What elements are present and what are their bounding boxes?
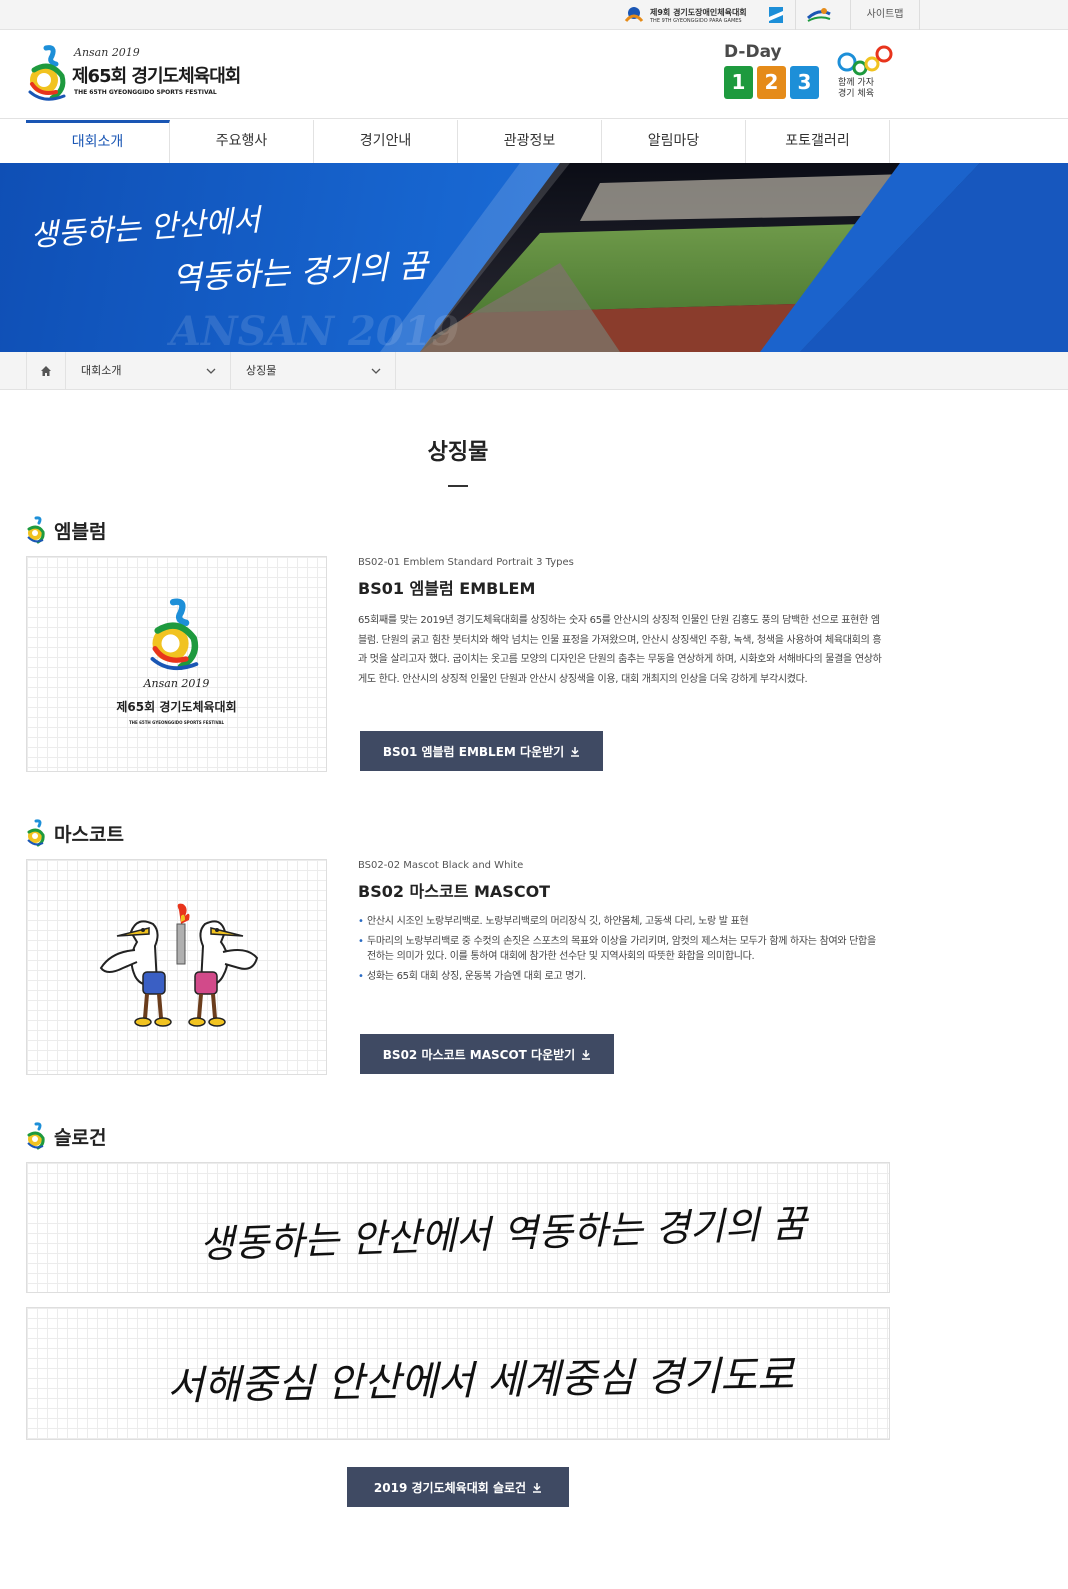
nav-item-notice[interactable]: 알림마당 [602, 120, 746, 163]
section-emblem-icon [27, 1122, 45, 1150]
logo-year: Ansan 2019 [74, 46, 140, 59]
ansan-logo-link[interactable] [796, 0, 842, 30]
title-divider [448, 485, 468, 487]
dday-digit-3: 3 [790, 66, 819, 99]
para-games-logo-icon [624, 7, 644, 22]
logo-subtitle: THE 65TH GYEONGGIDO SPORTS FESTIVAL [74, 89, 217, 96]
emblem-section-title: 엠블럼 [54, 520, 107, 543]
header: Ansan 2019 제65회 경기도체육대회 THE 65TH GYEONGG… [0, 30, 1068, 119]
mascot-section-heading: 마스코트 [26, 818, 124, 848]
slogan-section-title: 슬로건 [54, 1126, 107, 1149]
stadium-photo [380, 163, 1068, 352]
emblem-image-subtitle: THE 65TH GYEONGGIDO SPORTS FESTIVAL [128, 720, 225, 725]
emblem-description: 65회째를 맞는 2019년 경기도체육대회를 상징하는 숫자 65를 안산시의… [358, 615, 882, 685]
breadcrumb-home[interactable] [26, 352, 66, 390]
slogan-download-label: 2019 경기도체육대회 슬로건 [373, 1480, 527, 1495]
mascot-title: BS02 마스코트 MASCOT [358, 882, 551, 901]
main-navigation: 대회소개 주요행사 경기안내 관광정보 알림마당 포토갤러리 [26, 120, 890, 163]
download-icon [571, 746, 580, 757]
banner-watermark: ANSAN 2019 [170, 308, 460, 352]
emblem-mark-icon [150, 598, 199, 671]
mascot-bullet: 두마리의 노랑부리백로 중 수컷의 손짓은 스포츠의 목표와 이상을 가리키며,… [358, 934, 883, 964]
nav-item-gallery[interactable]: 포토갤러리 [746, 120, 890, 163]
go-together-text: 함께 가자 경기 체육 [838, 78, 874, 100]
emblem-image-year: Ansan 2019 [143, 677, 210, 690]
download-icon [582, 1049, 591, 1060]
mascot-section-title: 마스코트 [54, 823, 124, 846]
slogan-text-2: 서해중심 안산에서 세계중심 경기도로 [166, 1352, 795, 1410]
nav-item-events[interactable]: 주요행사 [170, 120, 314, 163]
utility-bar: 제9회 경기도장애인체육대회 THE 9TH GYEONGGIDO PARA G… [0, 0, 1068, 30]
breadcrumb-level2-select[interactable]: 상징물 [231, 352, 396, 390]
dday-label: D-Day [724, 42, 782, 62]
para-games-link[interactable]: 제9회 경기도장애인체육대회 THE 9TH GYEONGGIDO PARA G… [612, 0, 757, 30]
gyeonggi-province-logo-icon [768, 7, 783, 23]
hero-banner: 생동하는 안산에서 역동하는 경기의 꿈 ANSAN 2019 [0, 163, 1068, 352]
emblem-download-button[interactable]: BS01 엠블럼 EMBLEM 다운받기 [360, 731, 603, 771]
mascot-download-button[interactable]: BS02 마스코트 MASCOT 다운받기 [360, 1034, 614, 1074]
nav-item-games[interactable]: 경기안내 [314, 120, 458, 163]
nav-item-tourism[interactable]: 관광정보 [458, 120, 602, 163]
emblem-download-label: BS01 엠블럼 EMBLEM 다운받기 [382, 744, 565, 759]
gyeonggi-logo-link[interactable] [757, 0, 796, 30]
para-games-sub: THE 9TH GYEONGGIDO PARA GAMES [650, 17, 742, 24]
page-title: 상징물 [427, 440, 489, 465]
breadcrumb-level2-label: 상징물 [246, 364, 277, 377]
dday-digit-2: 2 [757, 66, 786, 99]
chevron-down-icon [206, 368, 216, 374]
go-text-line2: 경기 체육 [838, 89, 874, 99]
section-emblem-icon [27, 516, 45, 544]
site-logo[interactable]: Ansan 2019 제65회 경기도체육대회 THE 65TH GYEONGG… [26, 44, 276, 106]
slogan-section-heading: 슬로건 [26, 1121, 106, 1151]
slogan-download-button[interactable]: 2019 경기도체육대회 슬로건 [347, 1467, 569, 1507]
mascot-bullet: 안산시 시조인 노랑부리백로. 노랑부리백로의 머리장식 깃, 하얀몸체, 고동… [358, 914, 883, 929]
slogan-text-1: 생동하는 안산에서 역동하는 경기의 꿈 [198, 1201, 808, 1267]
breadcrumb: 대회소개 상징물 [0, 352, 1068, 390]
para-games-label: 제9회 경기도장애인체육대회 [650, 7, 747, 17]
breadcrumb-level1-label: 대회소개 [81, 364, 122, 377]
home-icon [41, 366, 51, 376]
emblem-image-title: 제65회 경기도체육대회 [116, 700, 237, 714]
section-emblem-icon [27, 819, 45, 847]
nav-item-about[interactable]: 대회소개 [26, 120, 170, 163]
breadcrumb-level1-select[interactable]: 대회소개 [66, 352, 231, 390]
mascot-image [26, 859, 327, 1075]
sitemap-link[interactable]: 사이트맵 [849, 0, 921, 30]
dday-digit-1: 1 [724, 66, 753, 99]
slogan-image-2: 서해중심 안산에서 세계중심 경기도로 [26, 1307, 890, 1440]
logo-title: 제65회 경기도체육대회 [72, 66, 241, 87]
ansan-city-logo-icon [806, 8, 831, 22]
mascot-download-label: BS02 마스코트 MASCOT 다운받기 [382, 1047, 576, 1062]
mascot-egret-illustration [99, 903, 259, 1027]
go-text-line1: 함께 가자 [838, 78, 874, 88]
mascot-code: BS02-02 Mascot Black and White [358, 860, 524, 871]
dday-counter: D-Day 1 2 3 [724, 42, 824, 99]
chevron-down-icon [371, 368, 381, 374]
download-icon [533, 1482, 542, 1493]
slogan-image-1: 생동하는 안산에서 역동하는 경기의 꿈 [26, 1162, 890, 1293]
mascot-bullet: 성화는 65회 대회 상징, 운동복 가슴엔 대회 로고 명기. [358, 969, 883, 984]
festival-emblem-icon [28, 45, 66, 101]
emblem-title: BS01 엠블럼 EMBLEM [358, 579, 536, 598]
mascot-description-list: 안산시 시조인 노랑부리백로. 노랑부리백로의 머리장식 깃, 하얀몸체, 고동… [358, 914, 883, 989]
emblem-code: BS02-01 Emblem Standard Portrait 3 Types [358, 557, 574, 568]
emblem-section-heading: 엠블럼 [26, 515, 106, 545]
emblem-image: Ansan 2019 제65회 경기도체육대회 THE 65TH GYEONGG… [26, 556, 327, 772]
